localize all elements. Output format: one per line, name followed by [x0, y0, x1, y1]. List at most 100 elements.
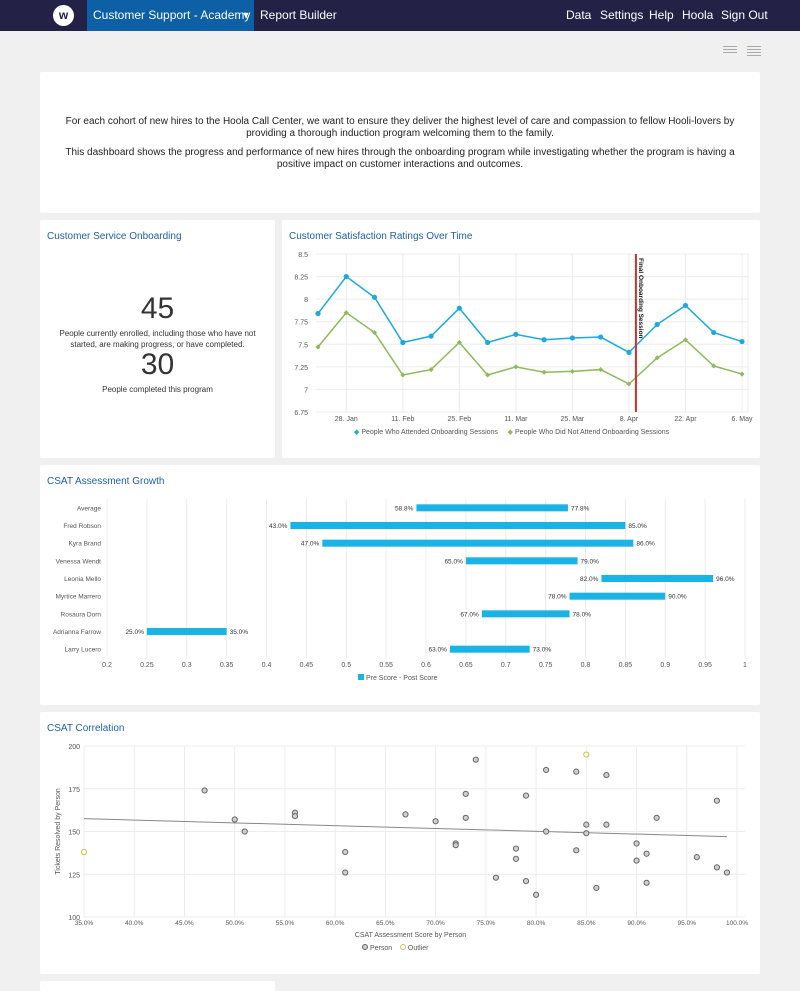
- range-bar: [416, 504, 568, 512]
- low-data-label: 67.0%: [460, 611, 479, 618]
- y-tick-label: 175: [68, 787, 80, 794]
- y-axis-title: Tickets Resolved by Person: [55, 788, 62, 875]
- y-tick-label: 7.5: [298, 342, 308, 349]
- person-point: [231, 816, 238, 823]
- data-point: [541, 337, 547, 343]
- list-view-icon[interactable]: [747, 46, 761, 56]
- x-tick-label: 80.0%: [527, 920, 546, 927]
- x-tick-label: 0.65: [459, 662, 473, 669]
- category-label: Kyra Brand: [68, 541, 101, 548]
- x-tick-label: 0.8: [581, 662, 591, 669]
- low-data-label: 58.8%: [395, 505, 414, 512]
- series-line-0: [317, 275, 743, 354]
- range-bar: [601, 575, 714, 582]
- filter-lines-icon[interactable]: [723, 46, 737, 56]
- data-point: [739, 371, 745, 377]
- legend-person-label[interactable]: Person: [370, 945, 392, 952]
- data-point: [711, 329, 717, 336]
- category-label: Average: [77, 505, 101, 512]
- low-data-label: 65.0%: [444, 558, 463, 565]
- data-point: [569, 335, 575, 341]
- low-data-label: 43.0%: [269, 523, 288, 530]
- person-point: [693, 854, 700, 861]
- legend-attended-label[interactable]: People Who Attended Onboarding Sessions: [361, 429, 498, 436]
- data-point: [315, 310, 321, 317]
- legend-bar-marker: [358, 674, 364, 680]
- top-nav-bar: w Customer Support - Academy ▼ Report Bu…: [0, 0, 800, 31]
- person-point: [512, 855, 520, 862]
- x-tick-label: 11. Feb: [391, 416, 414, 423]
- range-bar: [290, 522, 626, 529]
- range-bar: [449, 645, 530, 653]
- legend-outlier-label[interactable]: Outlier: [408, 945, 429, 952]
- csat-correlation-chart: 10012515017520035.0% 40.0% 45.0% 50.0% 55.0%…: [55, 744, 748, 939]
- person-point: [472, 756, 479, 763]
- x-tick-label: 70.0%: [426, 920, 445, 927]
- app-selector-dropdown[interactable]: Customer Support - Academy ▼: [87, 0, 254, 31]
- nav-report-builder[interactable]: Report Builder: [260, 0, 337, 31]
- data-point: [513, 364, 519, 370]
- high-data-label: 85.0%: [628, 523, 647, 530]
- x-tick-label: 0.55: [379, 662, 393, 669]
- intro-card: For each cohort of new hires to the Hool…: [40, 72, 760, 213]
- x-tick-label: 0.2: [102, 662, 112, 669]
- x-tick-label: 0.95: [698, 662, 712, 669]
- intro-paragraph-2: This dashboard shows the progress and pe…: [65, 147, 735, 170]
- satisfaction-line-chart: 6.75 7 7.25 7.5 7.75 8 8.25 8.5 28. Jan 11. Feb 25…: [294, 252, 753, 423]
- x-tick-label: 0.7: [501, 662, 511, 669]
- nav-hoola[interactable]: Hoola: [682, 0, 713, 31]
- person-point: [603, 771, 610, 779]
- person-point: [462, 790, 469, 797]
- range-bar: [465, 557, 578, 565]
- x-tick-label: 35.0%: [75, 920, 94, 927]
- legend-outlier-marker: [399, 944, 406, 950]
- nav-settings[interactable]: Settings: [600, 0, 643, 31]
- legend-not-attended-label[interactable]: People Who Did Not Attend Onboarding Ses…: [515, 429, 669, 436]
- logo[interactable]: w: [53, 5, 74, 26]
- csat-growth-chart: 0.2 0.25 0.3 0.35 0.4 0.45 0.5 0.55 0.6 0.65 0.7 0.…: [53, 499, 747, 669]
- data-point: [541, 369, 547, 375]
- category-label: Myrtice Marrero: [55, 594, 101, 601]
- legend-person-marker: [362, 944, 368, 950]
- y-tick-label: 7.75: [294, 320, 308, 327]
- nav-data[interactable]: Data: [566, 0, 591, 31]
- low-data-label: 47.0%: [301, 541, 320, 548]
- legend-not-attended-marker: ◆: [507, 429, 514, 436]
- intro-paragraph-1: For each cohort of new hires to the Hool…: [65, 116, 735, 139]
- person-point: [522, 792, 530, 799]
- series-line-1: [317, 311, 743, 385]
- x-tick-label: 0.35: [220, 662, 234, 669]
- x-tick-label: 0.6: [421, 662, 431, 669]
- data-point: [513, 331, 519, 337]
- data-point: [626, 349, 632, 356]
- person-point: [583, 821, 590, 828]
- line-legend: ◆ People Who Attended Onboarding Session…: [354, 428, 669, 436]
- category-label: Leonia Mello: [64, 576, 101, 583]
- nav-help[interactable]: Help: [649, 0, 674, 31]
- legend-attended-marker: ◆: [354, 429, 360, 436]
- person-point: [713, 797, 721, 804]
- x-tick-label: 0.25: [140, 662, 154, 669]
- person-point: [452, 842, 459, 849]
- x-tick-label: 75.0%: [477, 920, 496, 927]
- person-point: [603, 821, 610, 828]
- person-point: [653, 814, 660, 821]
- x-tick-label: 1: [743, 662, 747, 669]
- chevron-down-icon[interactable]: ▼: [238, 0, 254, 31]
- person-point: [723, 869, 731, 876]
- x-tick-label: 0.3: [182, 662, 192, 669]
- outlier-point: [80, 848, 88, 856]
- nav-sign-out[interactable]: Sign Out: [721, 0, 768, 31]
- enrolled-description: People currently enrolled, including tho…: [59, 329, 256, 349]
- data-point: [654, 321, 660, 328]
- range-bar: [146, 628, 227, 635]
- y-tick-label: 8: [304, 297, 308, 304]
- y-tick-label: 125: [68, 872, 80, 879]
- low-data-label: 78.0%: [548, 594, 567, 601]
- x-tick-label: 45.0%: [175, 920, 194, 927]
- data-point: [371, 294, 378, 300]
- satisfaction-chart-card: Customer Satisfaction Ratings Over Time …: [282, 220, 760, 458]
- legend-bar-label[interactable]: Pre Score - Post Score: [366, 675, 438, 682]
- x-tick-label: 6. May: [731, 416, 753, 423]
- person-point: [291, 813, 299, 820]
